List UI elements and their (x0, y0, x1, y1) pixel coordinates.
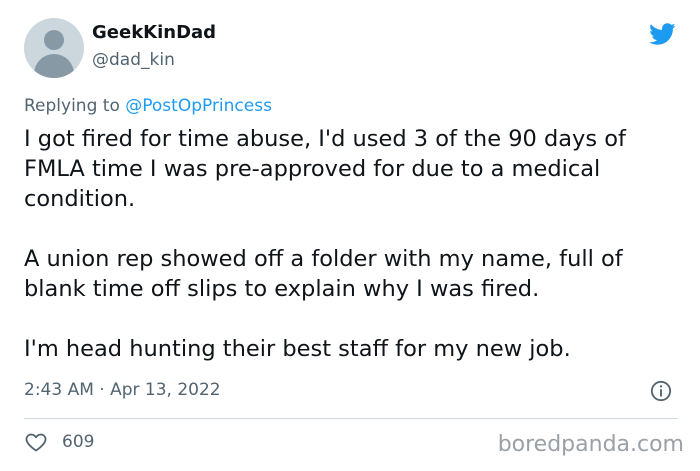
avatar-head-shape (44, 30, 64, 50)
replying-to-line: Replying to @PostOpPrincess (24, 96, 272, 116)
divider (24, 418, 678, 419)
avatar[interactable] (24, 18, 84, 78)
reply-mention-link[interactable]: @PostOpPrincess (125, 96, 272, 116)
tweet-paragraph: I got fired for time abuse, I'd used 3 o… (24, 126, 626, 212)
tweet-paragraph: A union rep showed off a folder with my … (24, 246, 623, 302)
tweet-timestamp[interactable]: 2:43 AM · Apr 13, 2022 (24, 380, 221, 400)
avatar-shoulders-shape (34, 54, 74, 78)
author-handle[interactable]: @dad_kin (92, 50, 175, 70)
twitter-bird-icon[interactable] (645, 20, 679, 48)
like-count: 609 (62, 432, 95, 452)
replying-to-label: Replying to (24, 96, 126, 116)
watermark: boredpanda.com (497, 432, 684, 457)
tweet-paragraph: I'm head hunting their best staff for my… (24, 336, 571, 362)
heart-icon (25, 433, 47, 452)
author-display-name[interactable]: GeekKinDad (92, 22, 216, 43)
like-button[interactable]: 609 (24, 430, 94, 454)
info-icon[interactable] (650, 380, 672, 402)
tweet-text: I got fired for time abuse, I'd used 3 o… (24, 124, 684, 364)
